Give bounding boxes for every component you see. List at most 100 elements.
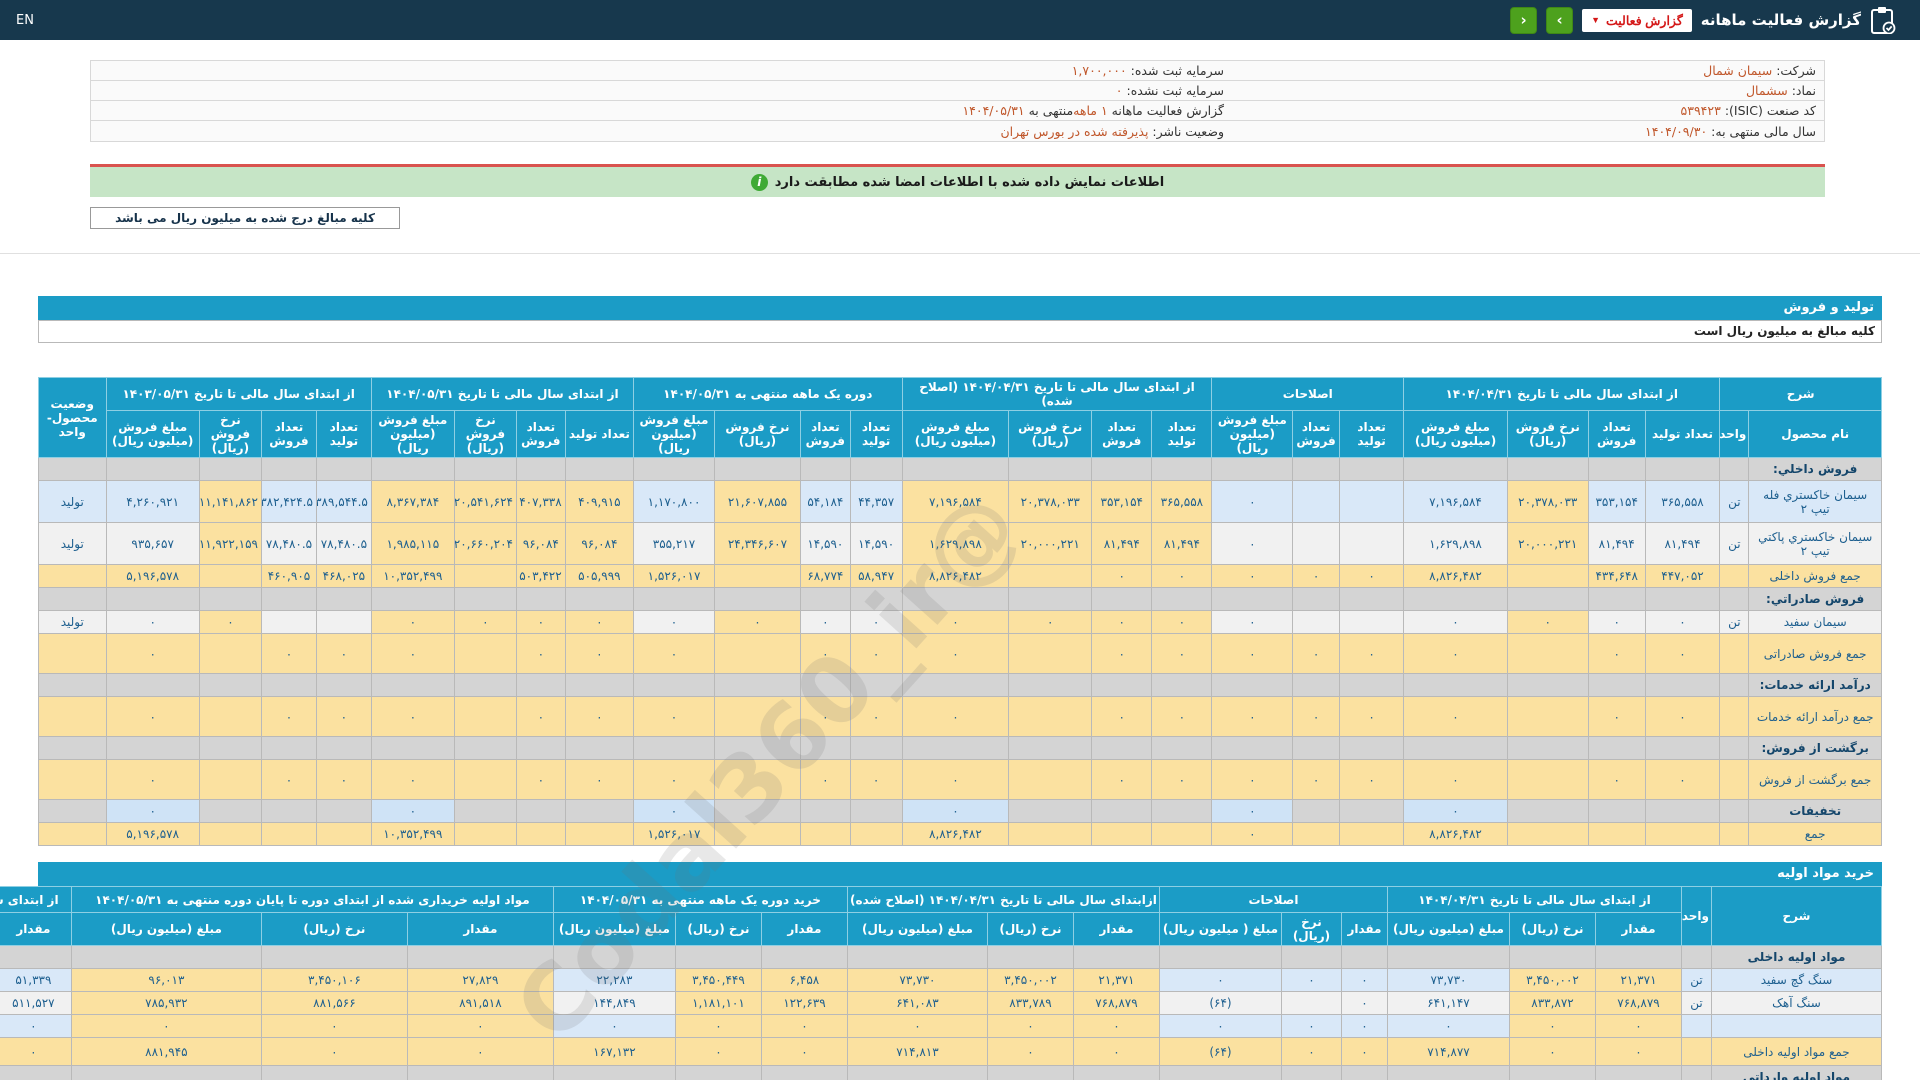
raw-materials-table: شرح واحد از ابتدای سال مالی تا تاریخ ۱۴۰۴/… [0, 886, 1882, 1080]
data-cell [1386, 1065, 1511, 1080]
data-cell [315, 822, 372, 846]
header-sub: نرخ فروش (ریال) [1506, 410, 1589, 458]
data-cell [261, 799, 317, 823]
data-cell [1091, 457, 1153, 481]
data-cell [198, 457, 263, 481]
data-cell: ۴۴,۳۵۷ [849, 480, 903, 523]
row-label: سیمان خاکستري پاکتي تیپ ۲ [1748, 522, 1882, 565]
data-cell: ۳۶۵,۵۵۸ [1151, 480, 1213, 523]
header-sub: مقدار [760, 912, 848, 946]
row-label: درآمد ارائه خدمات: [1748, 673, 1882, 697]
header-sub: نرخ (ریال) [986, 912, 1074, 946]
data-cell: ۰ [799, 610, 851, 634]
data-cell [713, 759, 801, 800]
data-cell [1151, 587, 1213, 611]
data-cell: ۸۱,۴۹۴ [1644, 522, 1721, 565]
data-cell [105, 736, 200, 760]
data-cell: ۰ [1211, 696, 1294, 737]
row-label: فروش داخلي: [1748, 457, 1882, 481]
info-row-0-right: شرکت: سیمان شمال [1232, 61, 1824, 81]
next-report-button[interactable]: › [1546, 6, 1574, 34]
header-sub: نرخ فروش (ریال) [198, 410, 263, 458]
data-cell: ۰ [901, 610, 1010, 634]
data-cell [1091, 736, 1153, 760]
data-cell [1340, 945, 1388, 969]
data-cell [453, 696, 517, 737]
data-cell: ۰ [1151, 696, 1213, 737]
report-type-dropdown[interactable]: گزارش فعالیت ▼ [1582, 8, 1692, 32]
data-cell: ۰ [1403, 633, 1508, 674]
header-sub: نرخ (ریال) [674, 912, 762, 946]
data-cell: ۲۰,۳۷۸,۰۳۳ [1008, 480, 1093, 523]
data-cell [515, 736, 566, 760]
data-cell [0, 945, 72, 969]
data-cell: ۰ [564, 633, 635, 674]
data-cell: ۲۰,۶۶۰,۲۰۴ [453, 522, 517, 565]
data-cell: ۰ [1091, 759, 1153, 800]
data-cell [315, 610, 372, 634]
info-row-2-right: کد صنعت (ISIC): ۵۳۹۴۲۳ [1232, 101, 1824, 121]
data-cell: ۰ [986, 1014, 1074, 1038]
data-cell [1506, 564, 1589, 588]
data-cell [633, 736, 715, 760]
data-cell [1072, 945, 1160, 969]
data-cell [1386, 945, 1511, 969]
data-cell: ۰ [674, 1014, 762, 1038]
data-cell [849, 822, 903, 846]
info-row-3-left: وضعیت ناشر: پذیرفته شده در بورس تهران [1000, 123, 1224, 139]
data-cell [515, 457, 566, 481]
data-cell [1644, 736, 1721, 760]
data-cell [453, 736, 517, 760]
data-cell: ۳۵۳,۱۵۴ [1587, 480, 1646, 523]
data-cell: ۰ [1338, 564, 1405, 588]
header-sub: نرخ (ریال) [1509, 912, 1596, 946]
header-sub: نرخ فروش (ریال) [713, 410, 801, 458]
data-cell [406, 945, 554, 969]
data-cell [1008, 696, 1093, 737]
data-cell [552, 1065, 676, 1080]
data-cell: ۵۰۵,۹۹۹ [564, 564, 635, 588]
data-cell: ۰ [799, 633, 851, 674]
table-row: فروش صادراتي: [38, 587, 1882, 611]
data-cell: ۸۳۳,۷۸۹ [986, 991, 1074, 1015]
data-cell: ۳۸۹,۵۴۴.۵ [315, 480, 372, 523]
header-group-5: از ابتدای سال مالی تا تاریخ ۱۴۰۳/۰۵/۳۱ [0, 886, 72, 913]
data-cell: ۰ [1211, 564, 1294, 588]
previous-report-button[interactable]: ‹ [1510, 6, 1538, 34]
header-group-1: اصلاحات [1211, 377, 1405, 411]
data-cell: ۰ [1340, 1014, 1388, 1038]
data-cell: ۰ [260, 1014, 408, 1038]
data-cell [849, 587, 903, 611]
data-cell: ۹۶,۰۱۳ [70, 968, 262, 992]
data-cell: ۰ [1211, 480, 1294, 523]
data-cell [1506, 799, 1589, 823]
data-cell [1292, 736, 1340, 760]
data-cell: ۰ [1292, 564, 1340, 588]
data-cell: ۰ [1403, 696, 1508, 737]
data-cell [1338, 587, 1405, 611]
company-info-table: شرکت: سیمان شمال سرمایه ثبت شده: ۱,۷۰۰,۰۰۰… [90, 60, 1825, 142]
data-cell: ۸۱,۴۹۴ [1587, 522, 1646, 565]
language-switch-en[interactable]: EN [16, 13, 34, 28]
section-raw-materials: خرید مواد اولیه [38, 862, 1882, 886]
data-cell [1151, 457, 1213, 481]
data-cell: ۴۳۴,۶۴۸ [1587, 564, 1646, 588]
data-cell: ۰ [846, 1014, 988, 1038]
data-cell: ۷,۱۹۶,۵۸۴ [1403, 480, 1508, 523]
data-cell [406, 1065, 554, 1080]
data-cell: ۰ [105, 799, 200, 823]
million-rial-note-button[interactable]: کلیه مبالغ درج شده به میلیون ریال می باش… [90, 207, 400, 229]
data-cell [901, 736, 1010, 760]
header-group-0: از ابتدای سال مالی تا تاریخ ۱۴۰۴/۰۴/۳۱ [1403, 377, 1721, 411]
data-cell [1403, 587, 1508, 611]
data-cell: ۰ [1091, 696, 1153, 737]
header-sub: مبلغ فروش (میلیون ریال) [370, 410, 455, 458]
data-cell: ۰ [1280, 968, 1342, 992]
data-cell [315, 587, 372, 611]
data-cell [1644, 822, 1721, 846]
data-cell: ۱۱,۱۴۱,۸۶۲ [198, 480, 263, 523]
data-cell [515, 799, 566, 823]
data-cell: ۰ [515, 633, 566, 674]
data-cell: ۰ [1595, 1014, 1682, 1038]
data-cell [760, 1065, 848, 1080]
